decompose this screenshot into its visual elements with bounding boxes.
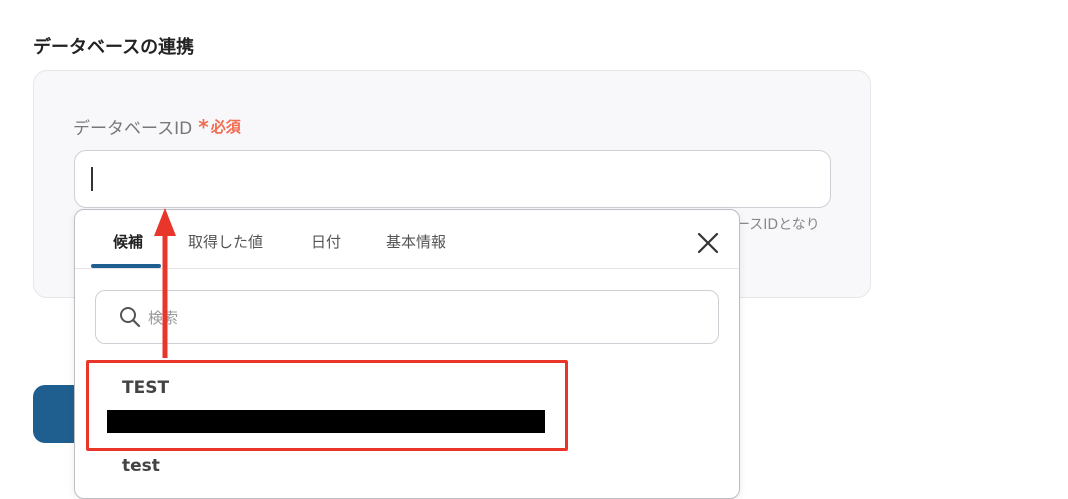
tab-fetched-values[interactable]: 取得した値 <box>188 231 263 252</box>
section-title: データベースの連携 <box>33 37 195 58</box>
option-item[interactable]: TEST <box>122 378 169 398</box>
tab-date[interactable]: 日付 <box>311 231 341 252</box>
help-text: ースIDとなり <box>736 217 820 233</box>
required-badge: 必須 <box>210 118 241 136</box>
tab-basic-info[interactable]: 基本情報 <box>386 231 446 252</box>
suggestion-dropdown: 候補 取得した値 日付 基本情報 検索 TEST test <box>74 209 740 499</box>
text-caret <box>91 167 93 191</box>
search-placeholder: 検索 <box>148 309 179 327</box>
field-label-text: データベースID <box>73 119 193 139</box>
dropdown-tabs: 候補 取得した値 日付 基本情報 <box>75 210 739 269</box>
database-id-input[interactable] <box>74 150 831 208</box>
option-item[interactable]: test <box>122 456 160 476</box>
field-label: データベースID * 必須 <box>73 114 241 140</box>
search-icon <box>120 307 141 328</box>
search-input[interactable]: 検索 <box>95 290 719 344</box>
active-tab-indicator <box>91 264 161 268</box>
close-icon[interactable] <box>695 230 721 256</box>
tab-candidates[interactable]: 候補 <box>113 231 143 252</box>
required-star: * <box>198 114 209 139</box>
redacted-detail <box>107 410 545 433</box>
